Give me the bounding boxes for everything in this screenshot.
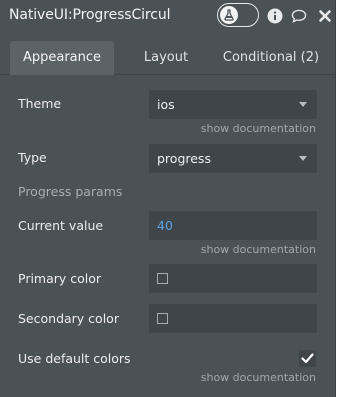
progress-params-heading: Progress params <box>18 184 123 199</box>
type-label: Type <box>18 150 47 165</box>
panel-header: NativeUI:ProgressCircula <box>0 0 336 32</box>
current-value-label: Current value <box>18 218 104 233</box>
flask-icon <box>224 9 234 21</box>
use-default-colors-doc-link[interactable]: show documentation <box>201 371 316 384</box>
comment-icon[interactable] <box>291 8 307 24</box>
secondary-color-picker[interactable] <box>149 304 317 333</box>
current-value-text: 40 <box>157 218 173 233</box>
tab-bar: Appearance Layout Conditional (2) <box>0 41 336 75</box>
type-dropdown[interactable]: progress <box>149 144 317 173</box>
toggle-knob <box>220 6 238 24</box>
tab-appearance[interactable]: Appearance <box>10 41 114 75</box>
info-icon[interactable] <box>267 8 283 24</box>
property-editor-panel: NativeUI:ProgressCircula Appearance Layo… <box>0 0 336 397</box>
secondary-color-swatch <box>157 313 168 324</box>
theme-label: Theme <box>18 96 62 111</box>
tab-conditional[interactable]: Conditional (2) <box>218 41 324 75</box>
element-name-title[interactable]: NativeUI:ProgressCircula <box>9 7 171 27</box>
current-value-doc-link[interactable]: show documentation <box>201 243 316 256</box>
type-value: progress <box>157 151 211 166</box>
theme-doc-link[interactable]: show documentation <box>201 122 316 135</box>
chevron-down-icon <box>299 156 307 161</box>
primary-color-picker[interactable] <box>149 264 317 293</box>
checkmark-icon <box>301 353 314 364</box>
primary-color-swatch <box>157 273 168 284</box>
use-default-colors-checkbox[interactable] <box>299 350 316 367</box>
theme-dropdown[interactable]: ios <box>149 90 317 119</box>
inspector-toggle[interactable] <box>217 3 259 27</box>
close-icon[interactable] <box>317 8 333 24</box>
use-default-colors-label: Use default colors <box>18 351 131 366</box>
current-value-input[interactable]: 40 <box>149 211 317 240</box>
chevron-down-icon <box>299 102 307 107</box>
tab-layout[interactable]: Layout <box>130 41 202 75</box>
primary-color-label: Primary color <box>18 271 102 286</box>
theme-value: ios <box>157 97 175 112</box>
secondary-color-label: Secondary color <box>18 311 119 326</box>
